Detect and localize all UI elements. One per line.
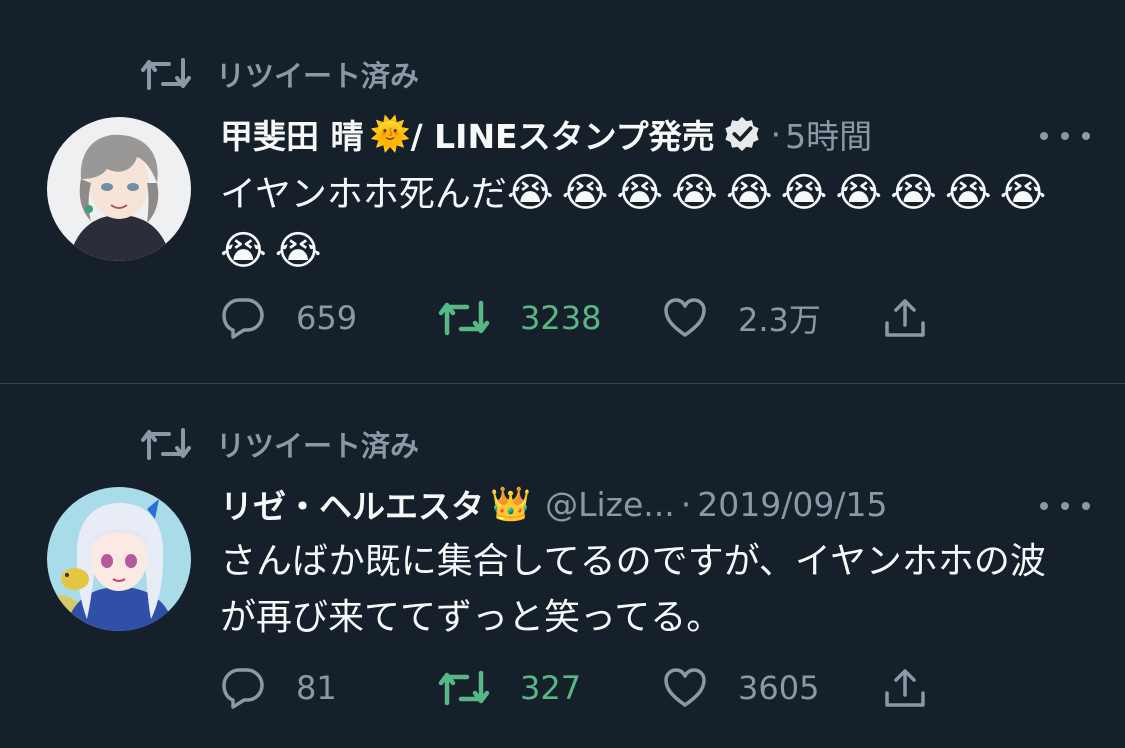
retweeted-label: リツイート済み <box>216 429 420 463</box>
emoji: 😭 <box>561 170 609 216</box>
like-count: 2.3万 <box>738 301 821 339</box>
share-button[interactable] <box>882 293 928 343</box>
retweet-button[interactable]: 327 <box>438 663 581 713</box>
share-button[interactable] <box>882 663 928 713</box>
tweet-2[interactable]: リツイート済み リゼ・ヘルエスタ 👑 @Lize... · 2019/09/15… <box>0 384 1125 748</box>
like-button[interactable]: 2.3万 <box>662 293 821 343</box>
author-name[interactable]: リゼ・ヘルエスタ <box>220 480 484 528</box>
share-icon <box>885 299 925 337</box>
tweet-text-content: イヤンホホ死んだ <box>220 174 507 215</box>
more-icon[interactable] <box>1040 126 1090 146</box>
emoji: 😭 <box>220 228 267 274</box>
tweet-1[interactable]: リツイート済み 甲斐田 晴 🌞 / LINEスタンプ発売 · 5時間 イヤンホホ… <box>0 0 1125 383</box>
emoji: 😭 <box>944 170 992 216</box>
reply-icon <box>222 668 264 709</box>
avatar-image <box>47 487 191 631</box>
avatar[interactable] <box>47 487 191 631</box>
verified-icon <box>725 116 759 152</box>
reply-button[interactable]: 659 <box>220 293 357 343</box>
meta-separator: · <box>680 484 692 524</box>
retweet-count: 3238 <box>520 299 602 337</box>
retweet-icon <box>141 428 191 460</box>
tweet-header: リゼ・ヘルエスタ 👑 @Lize... · 2019/09/15 <box>220 479 1090 529</box>
emoji: 😭 <box>725 170 773 216</box>
tweet-text: イヤンホホ死んだ😭 😭 😭 😭 😭 😭 😭 😭 😭 😭😭 😭 <box>220 165 1085 281</box>
author-name-emoji: 🌞 <box>369 114 411 153</box>
retweet-icon <box>141 58 191 90</box>
emoji: 😭 <box>506 170 554 216</box>
emoji: 😭 <box>616 170 664 216</box>
meta-separator: · <box>770 114 782 154</box>
emoji: 😭 <box>274 228 322 274</box>
tweet-text-content: さんばか既に集合してるのですが、イヤンホホの波が再び来ててずっと笑ってる。 <box>220 541 1046 638</box>
tweet-time[interactable]: 5時間 <box>785 110 872 158</box>
reply-icon <box>222 298 264 339</box>
tweet-actions: 659 3238 2.3万 <box>220 293 940 343</box>
tweet-actions: 81 327 3605 <box>220 663 940 713</box>
tweet-text: さんばか既に集合してるのですが、イヤンホホの波が再び来ててずっと笑ってる。 <box>220 534 1050 646</box>
like-count: 3605 <box>738 669 820 707</box>
retweeted-label: リツイート済み <box>216 59 420 93</box>
like-icon <box>664 298 706 337</box>
tweet-header: 甲斐田 晴 🌞 / LINEスタンプ発売 · 5時間 <box>220 109 1090 159</box>
retweeted-indicator: リツイート済み <box>140 424 419 464</box>
like-icon <box>664 668 706 707</box>
emoji: 😭 <box>835 170 883 216</box>
emoji: 😭 <box>780 170 828 216</box>
retweet-button[interactable]: 3238 <box>438 293 601 343</box>
like-button[interactable]: 3605 <box>662 663 819 713</box>
retweeted-indicator: リツイート済み <box>140 54 419 94</box>
reply-button[interactable]: 81 <box>220 663 337 713</box>
author-name-emoji: 👑 <box>490 484 532 523</box>
retweet-icon <box>438 670 490 706</box>
tweet-time[interactable]: 2019/09/15 <box>697 485 887 524</box>
avatar[interactable] <box>47 117 191 261</box>
retweet-icon <box>438 300 490 336</box>
share-icon <box>885 669 925 707</box>
reply-count: 659 <box>296 299 358 337</box>
reply-count: 81 <box>296 669 337 707</box>
avatar-image <box>47 117 191 261</box>
emoji: 😭 <box>999 170 1047 216</box>
emoji: 😭 <box>890 170 937 216</box>
author-name[interactable]: 甲斐田 晴 <box>220 110 364 158</box>
author-name-suffix[interactable]: / LINEスタンプ発売 <box>411 110 715 158</box>
emoji: 😭 <box>671 170 718 216</box>
more-icon[interactable] <box>1040 496 1090 516</box>
retweet-count: 327 <box>520 669 582 707</box>
author-handle[interactable]: @Lize... <box>545 485 675 524</box>
